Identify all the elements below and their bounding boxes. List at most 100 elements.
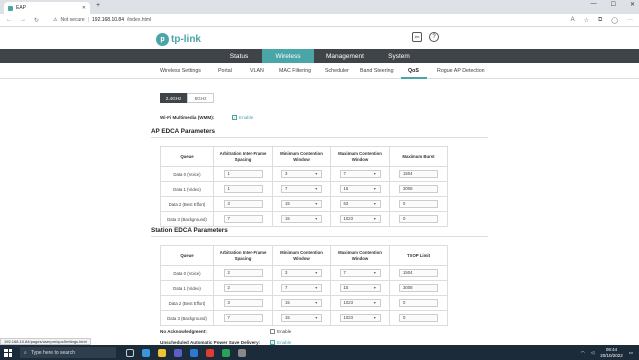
taskbar-search[interactable]: ⌕ Type here to search bbox=[20, 347, 116, 358]
cwmin-select[interactable]: 3 ▼ bbox=[281, 269, 322, 277]
close-window-icon[interactable]: ✕ bbox=[630, 1, 635, 8]
chevron-down-icon: ▼ bbox=[314, 202, 318, 206]
max-burst-input[interactable]: 0 bbox=[399, 200, 438, 208]
main-nav-status[interactable]: Status bbox=[210, 49, 268, 63]
queue-name: Data 0 (Voice) bbox=[160, 265, 214, 281]
band-tab-24ghz[interactable]: 2.4GHz bbox=[160, 93, 187, 103]
txop-limit-input[interactable]: 1504 bbox=[399, 269, 438, 277]
notifications-icon[interactable]: ▭ bbox=[629, 350, 633, 356]
column-header: Maximum Contention Window bbox=[330, 146, 390, 167]
aifs-input[interactable]: 2 bbox=[223, 269, 263, 277]
aifs-input[interactable]: 7 bbox=[223, 314, 263, 322]
sub-nav-scheduler[interactable]: Scheduler bbox=[325, 68, 349, 74]
url-field[interactable]: ⚠ Not secure | 192.168.10.84/index.html bbox=[53, 17, 151, 23]
txop-limit-input[interactable]: 3008 bbox=[399, 284, 438, 292]
cwmin-select[interactable]: 7 ▼ bbox=[281, 185, 322, 193]
table-header-row: Queue Arbitration Inter-Frame Spacing Mi… bbox=[160, 245, 448, 266]
teams-icon[interactable] bbox=[174, 348, 182, 357]
window-controls: — ☐ ✕ bbox=[591, 1, 635, 8]
mail-icon[interactable] bbox=[190, 348, 198, 357]
wmm-checkbox[interactable]: ✓ bbox=[232, 115, 237, 120]
cwmin-select[interactable]: 3 ▼ bbox=[281, 170, 322, 178]
sub-nav-qos[interactable]: QoS bbox=[408, 68, 419, 74]
tab-title: EAP bbox=[16, 5, 27, 11]
minimize-icon[interactable]: — bbox=[591, 1, 597, 8]
table-row: Data 3 (Background) 7 15 ▼ 1023 ▼ 0 bbox=[160, 211, 448, 227]
aifs-input[interactable]: 3 bbox=[223, 200, 263, 208]
tab-close-icon[interactable]: ✕ bbox=[82, 5, 86, 11]
aifs-input[interactable]: 1 bbox=[223, 185, 263, 193]
cwmax-value: 1023 bbox=[343, 315, 354, 320]
sub-nav-mac-filtering[interactable]: MAC Filtering bbox=[279, 68, 311, 74]
ap-edca-title: AP EDCA Parameters bbox=[151, 128, 216, 135]
cwmax-select[interactable]: 15 ▼ bbox=[339, 185, 381, 193]
max-burst-input[interactable]: 1504 bbox=[399, 170, 438, 178]
logo-text: tp-link bbox=[171, 34, 201, 45]
reload-icon[interactable]: ↻ bbox=[34, 17, 39, 24]
table-header-row: Queue Arbitration Inter-Frame Spacing Mi… bbox=[160, 146, 448, 167]
sub-nav-vlan[interactable]: VLAN bbox=[250, 68, 264, 74]
cwmax-select[interactable]: 15 ▼ bbox=[339, 284, 381, 292]
main-nav-wireless[interactable]: Wireless bbox=[262, 49, 314, 63]
app-icon[interactable] bbox=[206, 348, 214, 357]
tab-favicon-icon bbox=[8, 5, 13, 11]
new-tab-icon[interactable]: + bbox=[96, 2, 100, 9]
maximize-icon[interactable]: ☐ bbox=[611, 1, 616, 8]
clock[interactable]: 08:44 20/10/2022 bbox=[600, 347, 623, 358]
aifs-input[interactable]: 3 bbox=[223, 299, 263, 307]
aifs-input[interactable]: 7 bbox=[223, 215, 263, 223]
chevron-down-icon: ▼ bbox=[314, 286, 318, 290]
collections-icon[interactable]: ⧉ bbox=[598, 17, 602, 24]
profile-icon[interactable]: ◯ bbox=[611, 17, 618, 24]
cwmax-select[interactable]: 1023 ▼ bbox=[339, 215, 381, 223]
sub-nav-portal[interactable]: Portal bbox=[218, 68, 232, 74]
menu-icon[interactable]: ··· bbox=[627, 17, 633, 24]
volume-icon[interactable]: ◁ bbox=[591, 350, 594, 356]
sub-nav-band-steering[interactable]: Band Steering bbox=[360, 68, 394, 74]
aifs-input[interactable]: 1 bbox=[223, 170, 263, 178]
cwmax-select[interactable]: 7 ▼ bbox=[339, 170, 381, 178]
browser-tab[interactable]: EAP ✕ bbox=[4, 2, 90, 14]
cwmin-select[interactable]: 15 ▼ bbox=[281, 215, 322, 223]
cwmax-select[interactable]: 7 ▼ bbox=[339, 269, 381, 277]
app-icon[interactable] bbox=[238, 348, 246, 357]
sub-nav-wireless-settings[interactable]: Wireless Settings bbox=[160, 68, 201, 74]
cwmin-select[interactable]: 7 ▼ bbox=[281, 284, 322, 292]
txop-limit-input[interactable]: 0 bbox=[399, 299, 438, 307]
file-explorer-icon[interactable] bbox=[158, 348, 166, 357]
chevron-down-icon: ▼ bbox=[372, 301, 377, 305]
aifs-input[interactable]: 2 bbox=[223, 284, 263, 292]
no-ack-checkbox[interactable] bbox=[270, 329, 275, 334]
chevron-down-icon: ▼ bbox=[372, 286, 377, 290]
cwmax-value: 1023 bbox=[343, 300, 354, 305]
help-icon[interactable]: ? bbox=[429, 32, 439, 42]
max-burst-input[interactable]: 0 bbox=[399, 215, 438, 223]
back-icon[interactable]: ← bbox=[6, 17, 12, 24]
cwmax-select[interactable]: 1023 ▼ bbox=[339, 299, 381, 307]
read-aloud-icon[interactable]: A bbox=[571, 17, 575, 24]
cwmax-value: 7 bbox=[343, 171, 346, 176]
cwmin-select[interactable]: 15 ▼ bbox=[281, 200, 322, 208]
sub-nav-rogue-ap-detection[interactable]: Rogue AP Detection bbox=[437, 68, 485, 74]
queue-name: Data 0 (Voice) bbox=[160, 166, 214, 182]
favorite-icon[interactable]: ☆ bbox=[584, 17, 589, 24]
cwmax-select[interactable]: 1023 ▼ bbox=[339, 314, 381, 322]
cwmin-select[interactable]: 15 ▼ bbox=[281, 299, 322, 307]
windows-start-icon[interactable] bbox=[4, 348, 12, 357]
forward-icon[interactable]: → bbox=[20, 17, 26, 24]
txop-limit-input[interactable]: 0 bbox=[399, 314, 438, 322]
band-tab-5ghz[interactable]: 5GHz bbox=[187, 93, 214, 103]
cwmax-select[interactable]: 63 ▼ bbox=[339, 200, 381, 208]
url-path: /index.html bbox=[127, 17, 152, 23]
logout-icon[interactable]: ⇦ bbox=[412, 32, 422, 42]
main-nav-management[interactable]: Management bbox=[316, 49, 374, 63]
task-view-icon[interactable] bbox=[126, 348, 134, 357]
app-icon[interactable] bbox=[222, 348, 230, 357]
edge-icon[interactable] bbox=[142, 348, 150, 357]
cwmin-select[interactable]: 15 ▼ bbox=[281, 314, 322, 322]
max-burst-input[interactable]: 3008 bbox=[399, 185, 438, 193]
main-nav-system[interactable]: System bbox=[372, 49, 426, 63]
wifi-icon[interactable]: ◠ bbox=[581, 350, 585, 356]
table-row: Data 1 (Video) 1 7 ▼ 15 ▼ 3008 bbox=[160, 181, 448, 197]
station-edca-divider bbox=[151, 236, 488, 237]
